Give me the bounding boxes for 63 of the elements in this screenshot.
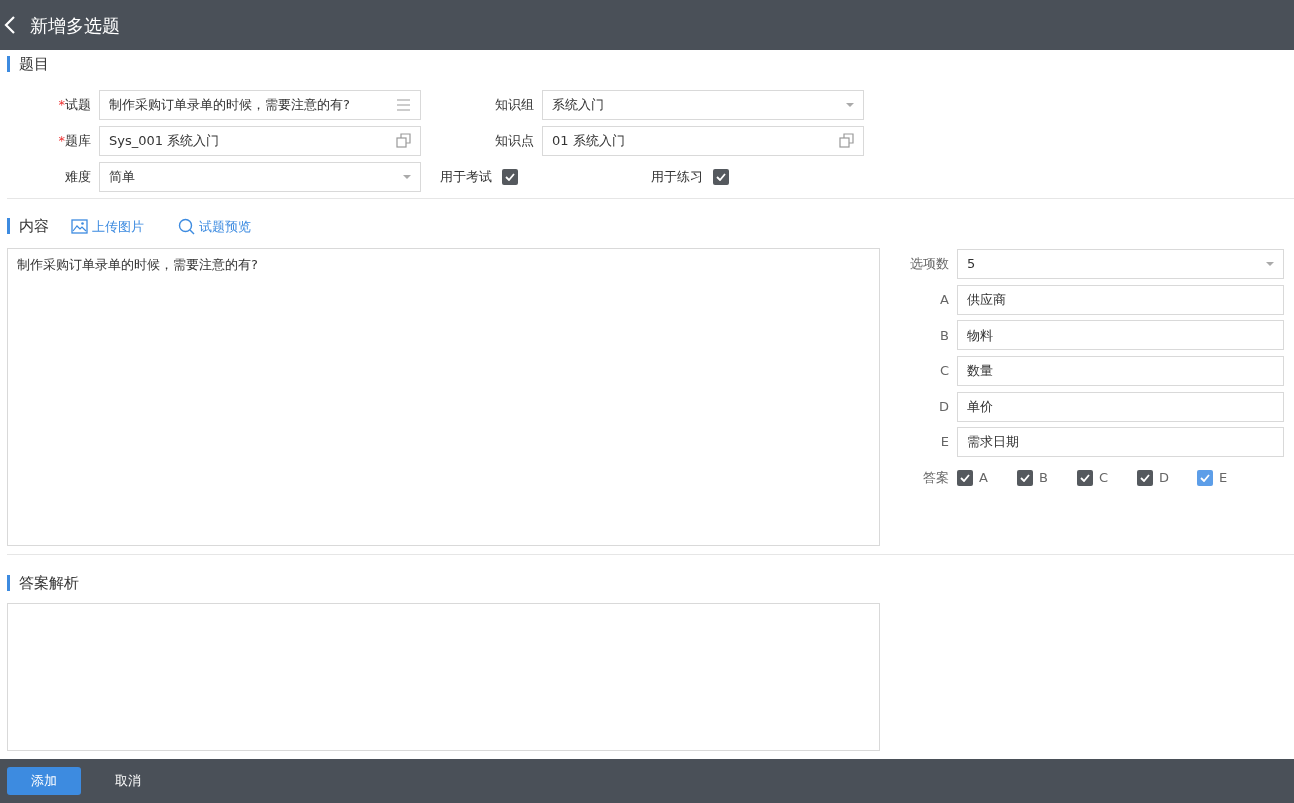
field-label: 题库 [65, 132, 91, 148]
add-button[interactable]: 添加 [7, 767, 81, 795]
field-label: 知识组 [495, 96, 534, 112]
check-icon [505, 172, 515, 181]
toolbar-link[interactable]: 试题预览 [199, 216, 251, 236]
field-label: 答案 [922, 469, 950, 488]
dropdown[interactable]: 简单 [99, 161, 421, 192]
section-title: 答案解析 [7, 575, 79, 591]
toolbar-link[interactable]: 上传图片 [92, 216, 144, 236]
page-title: 新增多选题 [30, 13, 120, 38]
checkbox-label: B [1039, 469, 1048, 488]
checkbox-label: 用于练习 [651, 167, 703, 186]
check-icon [1200, 473, 1210, 482]
option-letter: E [939, 433, 950, 452]
checkbox-label: E [1219, 469, 1228, 488]
dropdown[interactable]: 5 [957, 249, 1284, 279]
caret-icon[interactable] [403, 174, 411, 179]
field-label: 试题 [65, 96, 91, 112]
check-icon [960, 473, 970, 482]
checkbox[interactable] [713, 168, 729, 185]
content-text-area[interactable]: 制作采购订单录单的时候，需要注意的有? [7, 248, 880, 546]
field-label: 知识点 [495, 132, 534, 148]
checkbox[interactable] [1197, 469, 1213, 486]
input-field[interactable]: 数量 [957, 356, 1284, 386]
caret-icon[interactable] [846, 102, 854, 107]
checkbox[interactable] [1017, 469, 1033, 486]
input-field[interactable]: 需求日期 [957, 427, 1284, 458]
option-letter: D [938, 397, 950, 416]
back-icon[interactable] [4, 15, 16, 35]
option-letter: C [938, 362, 950, 381]
input-field[interactable]: 制作采购订单录单的时候，需要注意的有? [99, 89, 421, 120]
field-label: 选项数 [909, 255, 950, 274]
checkbox[interactable] [1137, 469, 1153, 486]
field-label: 难度 [65, 168, 91, 184]
check-icon [716, 172, 726, 181]
check-icon [1020, 473, 1030, 482]
cancel-button[interactable]: 取消 [81, 767, 175, 795]
copy-icon[interactable] [396, 133, 411, 148]
checkbox[interactable] [502, 168, 518, 185]
input-field[interactable]: 物料 [957, 320, 1284, 351]
input-field[interactable]: 单价 [957, 391, 1284, 422]
input-field[interactable]: 01 系统入门 [542, 125, 864, 156]
copy-icon[interactable] [839, 133, 854, 148]
input-field[interactable]: Sys_001 系统入门 [99, 125, 421, 156]
section-title: 题目 [7, 56, 49, 72]
dropdown[interactable]: 系统入门 [542, 89, 864, 120]
check-icon [1080, 473, 1090, 482]
checkbox[interactable] [1077, 469, 1093, 486]
checkbox-label: 用于考试 [440, 167, 492, 186]
required-marker: * [58, 95, 65, 114]
search-icon[interactable] [178, 217, 195, 235]
check-icon [1140, 473, 1150, 482]
checkbox-label: A [979, 469, 988, 488]
section-title: 内容 [7, 218, 49, 235]
option-letter: B [939, 326, 950, 345]
checkbox[interactable] [957, 469, 973, 486]
checkbox-label: D [1159, 469, 1169, 488]
checkbox-label: C [1099, 469, 1109, 488]
required-marker: * [58, 131, 65, 150]
input-field[interactable]: 供应商 [957, 284, 1284, 315]
caret-icon[interactable] [1266, 262, 1274, 266]
image-icon[interactable] [71, 217, 88, 235]
option-letter: A [939, 291, 950, 310]
